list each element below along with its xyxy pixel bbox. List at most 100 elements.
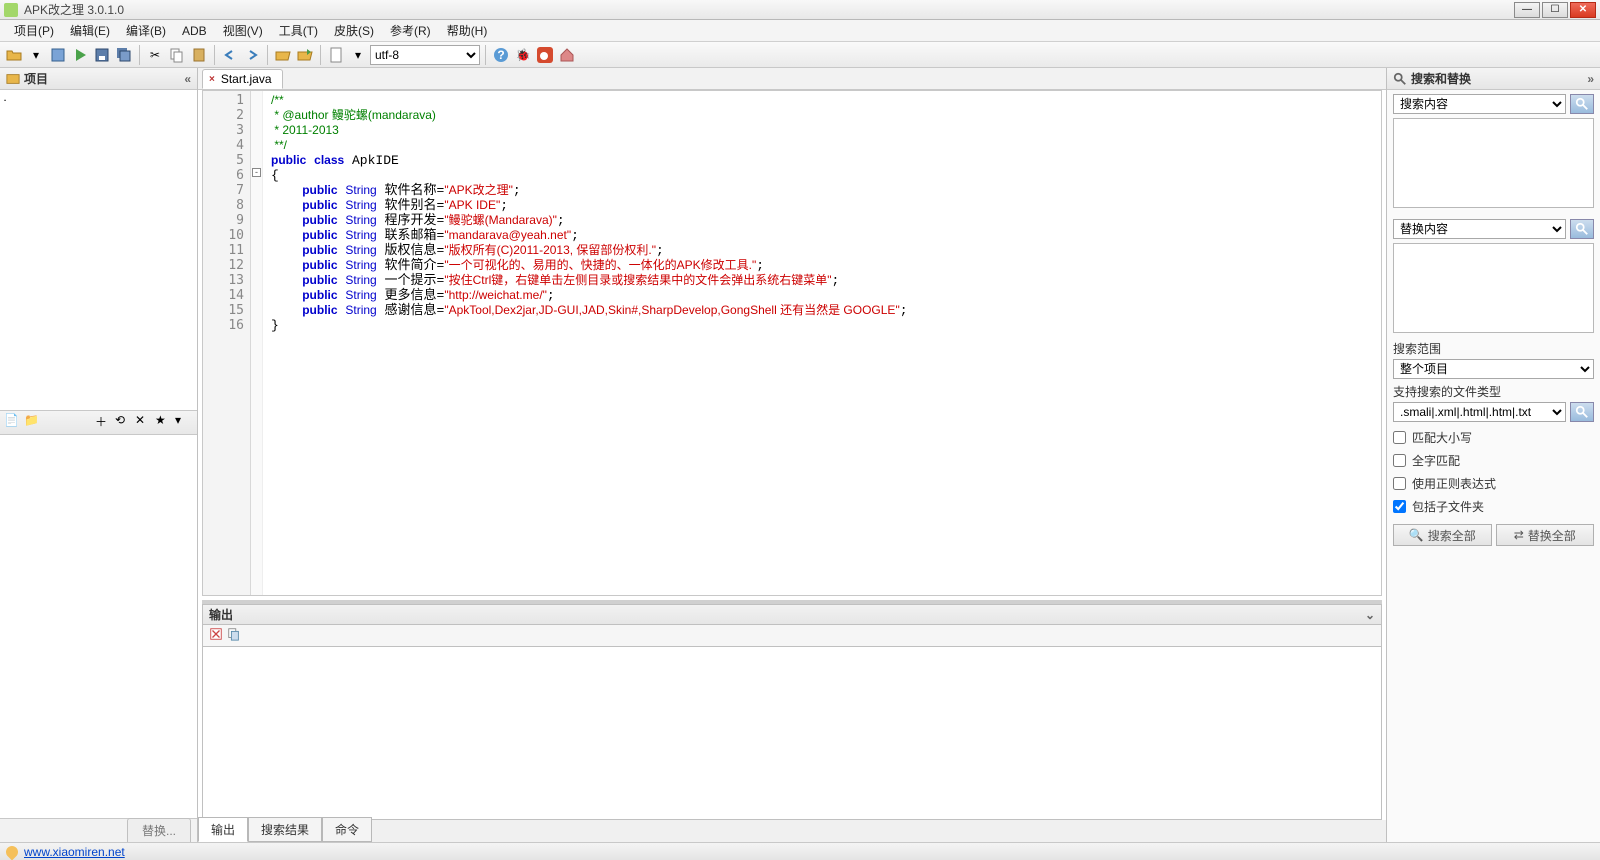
output-toolbar <box>202 624 1382 646</box>
checkbox-1[interactable] <box>1393 454 1406 467</box>
menu-工具t[interactable]: 工具(T) <box>271 20 326 41</box>
code-content[interactable]: /** * @author 鳗驼螺(mandarava) * 2011-2013… <box>263 91 1381 595</box>
menu-皮肤s[interactable]: 皮肤(S) <box>326 20 382 41</box>
editor-tab-start-java[interactable]: × Start.java <box>202 69 283 89</box>
menu-帮助h[interactable]: 帮助(H) <box>439 20 496 41</box>
filetypes-select[interactable]: .smali|.xml|.html|.htm|.txt <box>1393 402 1566 422</box>
bottom-tab-0[interactable]: 输出 <box>198 817 248 842</box>
search-panel-title: 搜索和替换 <box>1411 70 1471 87</box>
search-content-select[interactable]: 搜索内容 <box>1393 94 1566 114</box>
check-3[interactable]: 包括子文件夹 <box>1393 495 1594 518</box>
star-icon[interactable]: ★ <box>155 413 173 431</box>
code-editor[interactable]: 12345678910111213141516 - /** * @author … <box>202 90 1382 596</box>
file-dropdown-icon[interactable]: ▾ <box>348 45 368 65</box>
menu-项目p[interactable]: 项目(P) <box>6 20 62 41</box>
bottom-tabs: 输出搜索结果命令 <box>198 820 1386 842</box>
tab-close-icon[interactable]: × <box>209 74 215 85</box>
bug-icon[interactable]: 🐞 <box>513 45 533 65</box>
collapse-output-icon[interactable]: ⌄ <box>1365 608 1375 622</box>
bottom-tab-2[interactable]: 命令 <box>322 817 372 842</box>
scope-label: 搜索范围 <box>1393 340 1594 357</box>
fold-toggle-icon[interactable]: - <box>252 168 261 177</box>
run-icon[interactable] <box>70 45 90 65</box>
home-icon[interactable] <box>557 45 577 65</box>
checkbox-0[interactable] <box>1393 431 1406 444</box>
save-icon[interactable] <box>92 45 112 65</box>
refresh-icon[interactable]: ⟲ <box>115 413 133 431</box>
checkbox-2[interactable] <box>1393 477 1406 490</box>
maximize-button[interactable]: ☐ <box>1542 2 1568 18</box>
file-icon[interactable] <box>326 45 346 65</box>
tab-label: Start.java <box>221 72 272 86</box>
main-area: 项目 « . 📄 📁 ＋ ⟲ ✕ ★ ▾ 替换... × Start.java … <box>0 68 1600 842</box>
check-0[interactable]: 匹配大小写 <box>1393 426 1594 449</box>
output-title: 输出 <box>209 606 233 623</box>
project-tree[interactable]: . <box>0 90 197 411</box>
search-panel-header: 搜索和替换 » <box>1387 68 1600 90</box>
fold-column: - <box>251 91 263 595</box>
titlebar: APK改之理 3.0.1.0 — ☐ ✕ <box>0 0 1600 20</box>
replace-all-button[interactable]: ⇄ 替换全部 <box>1496 524 1595 546</box>
search-all-button[interactable]: 🔍 搜索全部 <box>1393 524 1492 546</box>
collapse-left-icon[interactable]: « <box>184 72 191 86</box>
new-file-icon[interactable]: 📄 <box>4 413 22 431</box>
search-go-button[interactable] <box>1570 94 1594 114</box>
check-2[interactable]: 使用正则表达式 <box>1393 472 1594 495</box>
folder-export-icon[interactable] <box>295 45 315 65</box>
output-panel: 输出 ⌄ <box>202 600 1382 820</box>
search-replace-panel: 搜索和替换 » 搜索内容 替换内容 搜索范围 整个项目 支持搜索的文件类型 .s… <box>1386 68 1600 842</box>
left-bottom-tabs: 替换... <box>0 818 197 842</box>
editor-tabs: × Start.java <box>198 68 1386 90</box>
paste-icon[interactable] <box>189 45 209 65</box>
weibo-icon[interactable] <box>535 45 555 65</box>
folder-open-icon[interactable] <box>273 45 293 65</box>
menu-adb[interactable]: ADB <box>174 22 215 40</box>
menu-编辑e[interactable]: 编辑(E) <box>62 20 118 41</box>
open-folder-icon[interactable] <box>4 45 24 65</box>
save-all-icon[interactable] <box>114 45 134 65</box>
project-panel-title: 项目 <box>24 70 48 87</box>
delete-icon[interactable]: ✕ <box>135 413 153 431</box>
replace-go-button[interactable] <box>1570 219 1594 239</box>
toolbar-dropdown-icon[interactable]: ▾ <box>26 45 46 65</box>
bottom-tab-1[interactable]: 搜索结果 <box>248 817 322 842</box>
status-link[interactable]: www.xiaomiren.net <box>24 845 125 859</box>
output-body[interactable] <box>202 646 1382 820</box>
encoding-select[interactable]: utf-8 <box>370 45 480 65</box>
editor-panel: × Start.java 12345678910111213141516 - /… <box>198 68 1386 842</box>
add-icon[interactable]: ＋ <box>95 413 113 431</box>
app-icon <box>4 3 18 17</box>
redo-icon[interactable] <box>242 45 262 65</box>
copy-output-icon[interactable] <box>227 627 241 644</box>
output-header: 输出 ⌄ <box>202 604 1382 624</box>
cut-icon[interactable]: ✂ <box>145 45 165 65</box>
collapse-right-icon[interactable]: » <box>1587 72 1594 86</box>
check-1[interactable]: 全字匹配 <box>1393 449 1594 472</box>
close-button[interactable]: ✕ <box>1570 2 1596 18</box>
statusbar: www.xiaomiren.net <box>0 842 1600 860</box>
menu-参考r[interactable]: 参考(R) <box>382 20 439 41</box>
clear-output-icon[interactable] <box>209 627 223 644</box>
menu-视图v[interactable]: 视图(V) <box>215 20 271 41</box>
filetypes-go-button[interactable] <box>1570 402 1594 422</box>
svg-text:?: ? <box>497 48 504 62</box>
build-icon[interactable] <box>48 45 68 65</box>
filetypes-label: 支持搜索的文件类型 <box>1393 383 1594 400</box>
search-textarea[interactable] <box>1393 118 1594 208</box>
new-folder-icon[interactable]: 📁 <box>24 413 42 431</box>
help-icon[interactable]: ? <box>491 45 511 65</box>
scope-select[interactable]: 整个项目 <box>1393 359 1594 379</box>
checkbox-3[interactable] <box>1393 500 1406 513</box>
minimize-button[interactable]: — <box>1514 2 1540 18</box>
window-title: APK改之理 3.0.1.0 <box>24 1 1512 18</box>
more-icon[interactable]: ▾ <box>175 413 193 431</box>
undo-icon[interactable] <box>220 45 240 65</box>
copy-icon[interactable] <box>167 45 187 65</box>
project-panel: 项目 « . 📄 📁 ＋ ⟲ ✕ ★ ▾ 替换... <box>0 68 198 842</box>
replace-content-select[interactable]: 替换内容 <box>1393 219 1566 239</box>
replace-tab[interactable]: 替换... <box>127 818 191 842</box>
menu-编译b[interactable]: 编译(B) <box>118 20 174 41</box>
main-toolbar: ▾ ✂ ▾ utf-8 ? 🐞 <box>0 42 1600 68</box>
project-toolbar: 📄 📁 ＋ ⟲ ✕ ★ ▾ <box>0 411 197 435</box>
replace-textarea[interactable] <box>1393 243 1594 333</box>
